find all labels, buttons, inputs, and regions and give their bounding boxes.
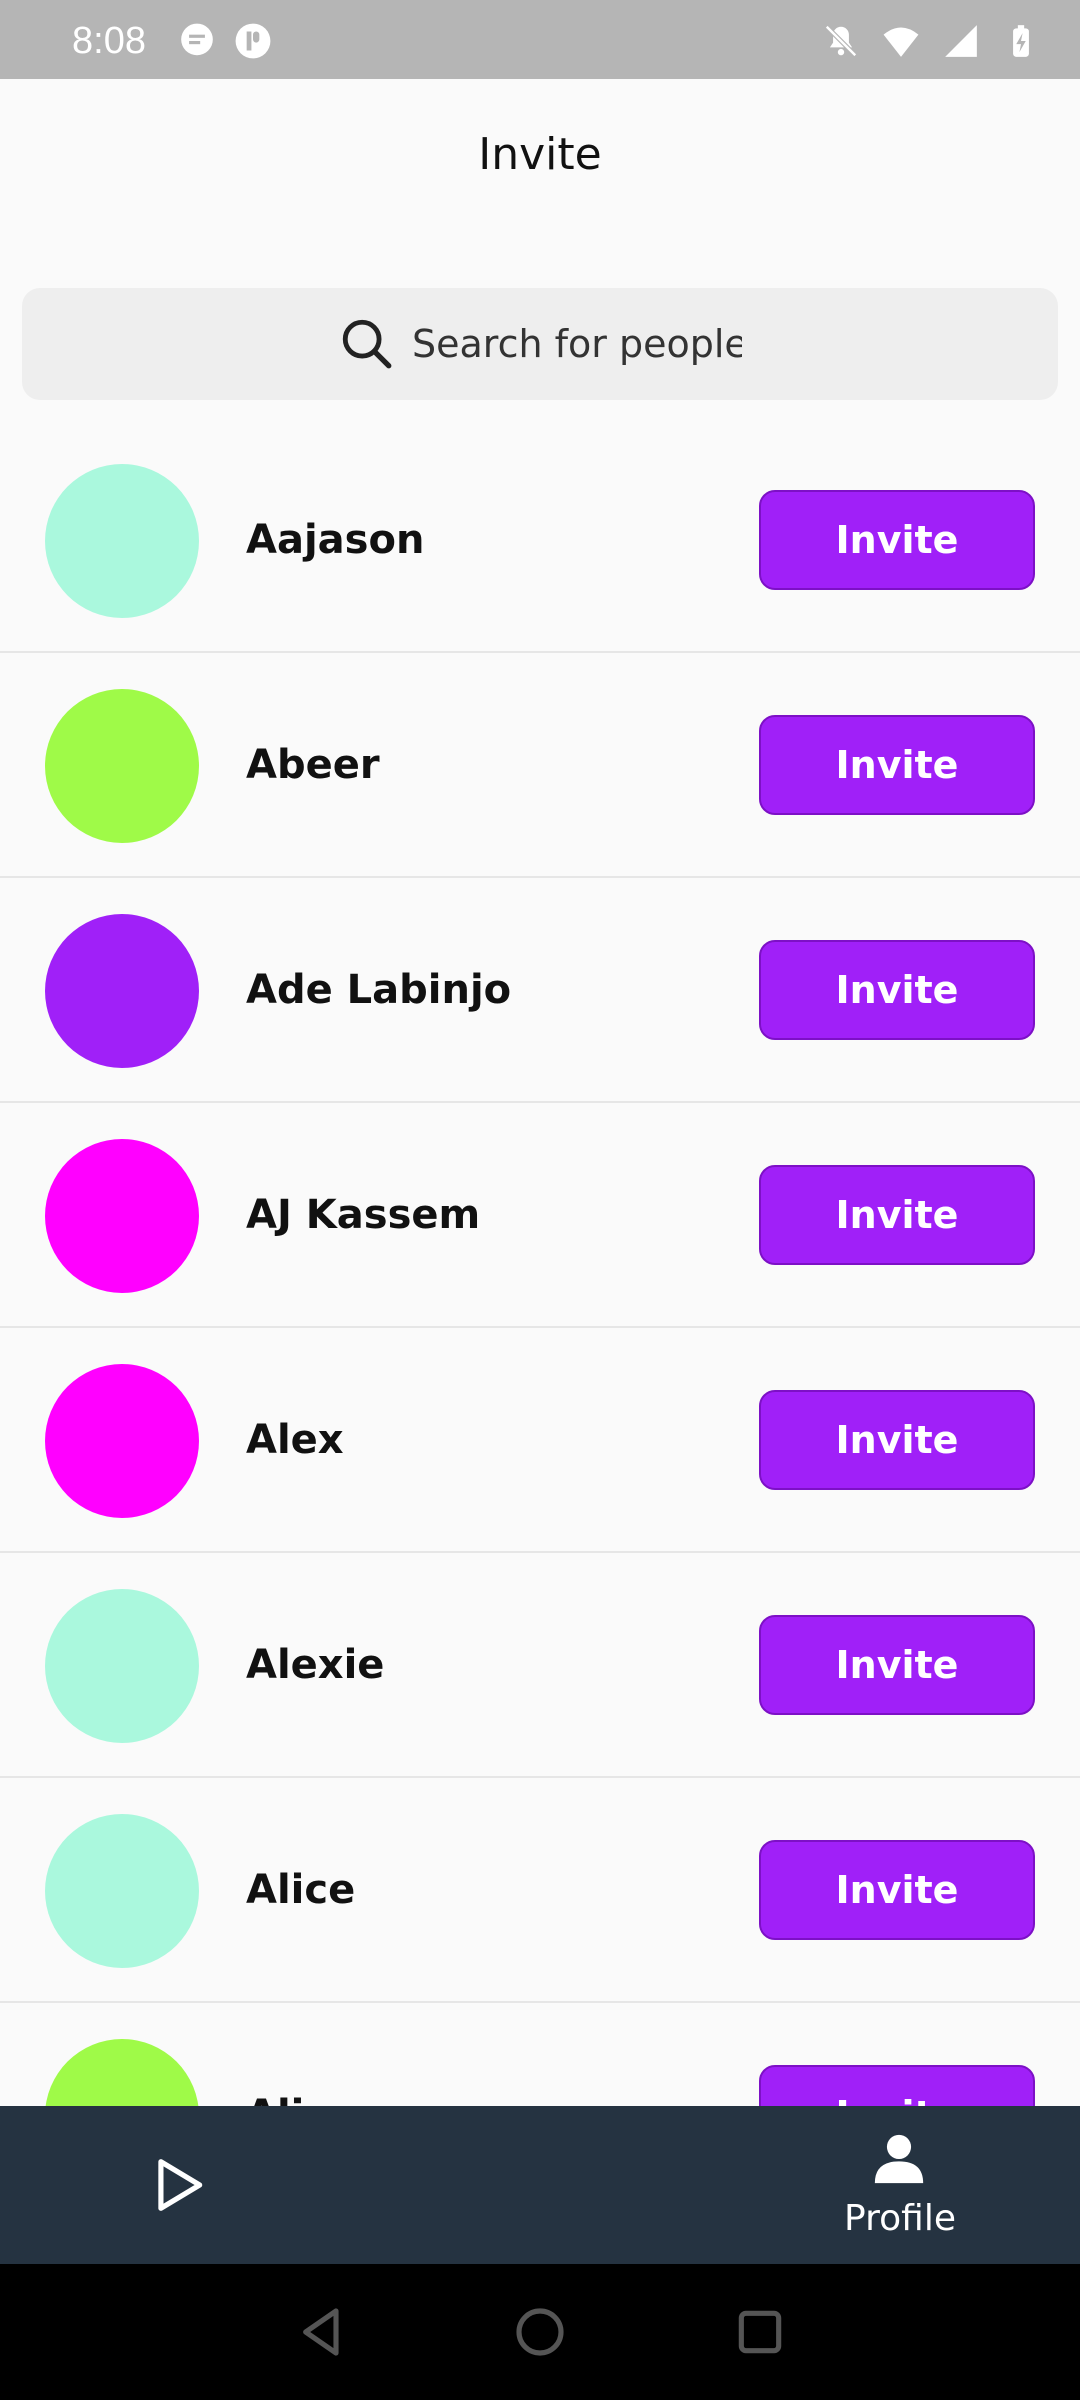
invite-button[interactable]: Invite: [759, 1615, 1035, 1715]
list-item: Alex Invite: [0, 1328, 1080, 1553]
avatar: [45, 2039, 199, 2106]
avatar: [45, 689, 199, 843]
search-input[interactable]: [412, 322, 742, 366]
avatar: [45, 1364, 199, 1518]
invite-button[interactable]: Invite: [759, 940, 1035, 1040]
invite-button[interactable]: Invite: [759, 1165, 1035, 1265]
nav-profile-label: Profile: [844, 2198, 956, 2239]
list-item: Alice Invite: [0, 1778, 1080, 2003]
avatar: [45, 1139, 199, 1293]
person-name: Alex: [246, 1417, 344, 1463]
invite-button[interactable]: Invite: [759, 715, 1035, 815]
cellular-signal-icon: [945, 25, 977, 57]
page-title: Invite: [478, 129, 602, 180]
recents-icon[interactable]: [732, 2304, 788, 2360]
app-notification-icon: [235, 23, 271, 59]
header: Invite: [0, 79, 1080, 239]
person-name: Ade Labinjo: [246, 967, 512, 1013]
messages-notification-icon: [181, 23, 213, 56]
avatar: [45, 1589, 199, 1743]
search-icon: [342, 319, 392, 369]
list-item: Alexie Invite: [0, 1553, 1080, 1778]
list-item: Abeer Invite: [0, 653, 1080, 878]
person-name: AJ Kassem: [246, 1192, 481, 1238]
search-box[interactable]: [22, 288, 1058, 400]
people-list[interactable]: Aajason Invite Abeer Invite Ade Labinjo …: [0, 428, 1080, 2106]
person-name: Ali…: [246, 2003, 344, 2106]
wifi-icon: [883, 27, 919, 57]
system-nav-bar: [0, 2264, 1080, 2400]
back-icon[interactable]: [294, 2304, 350, 2360]
status-right-icons: [822, 22, 1040, 60]
avatar: [45, 464, 199, 618]
person-name: Alice: [246, 1867, 356, 1913]
person-name: Alexie: [246, 1642, 385, 1688]
play-icon[interactable]: [148, 2154, 210, 2216]
battery-charging-icon: [1013, 25, 1029, 57]
list-item: Ali… Invite: [0, 2003, 1080, 2106]
list-item: AJ Kassem Invite: [0, 1103, 1080, 1328]
list-item: Ade Labinjo Invite: [0, 878, 1080, 1103]
invite-button[interactable]: Invite: [759, 2065, 1035, 2106]
avatar: [45, 914, 199, 1068]
status-bar: 8:08: [0, 0, 1080, 79]
person-name: Aajason: [246, 517, 425, 563]
invite-button[interactable]: Invite: [759, 1840, 1035, 1940]
status-left-icons: [178, 22, 272, 60]
mute-icon: [825, 25, 857, 57]
person-icon: [874, 2134, 924, 2184]
nav-profile-tab[interactable]: Profile: [820, 2130, 980, 2250]
person-name: Abeer: [246, 742, 380, 788]
invite-button[interactable]: Invite: [759, 490, 1035, 590]
bottom-nav: Profile: [0, 2106, 1080, 2264]
invite-button[interactable]: Invite: [759, 1390, 1035, 1490]
status-time: 8:08: [72, 20, 146, 62]
list-item: Aajason Invite: [0, 428, 1080, 653]
avatar: [45, 1814, 199, 1968]
home-icon[interactable]: [512, 2304, 568, 2360]
